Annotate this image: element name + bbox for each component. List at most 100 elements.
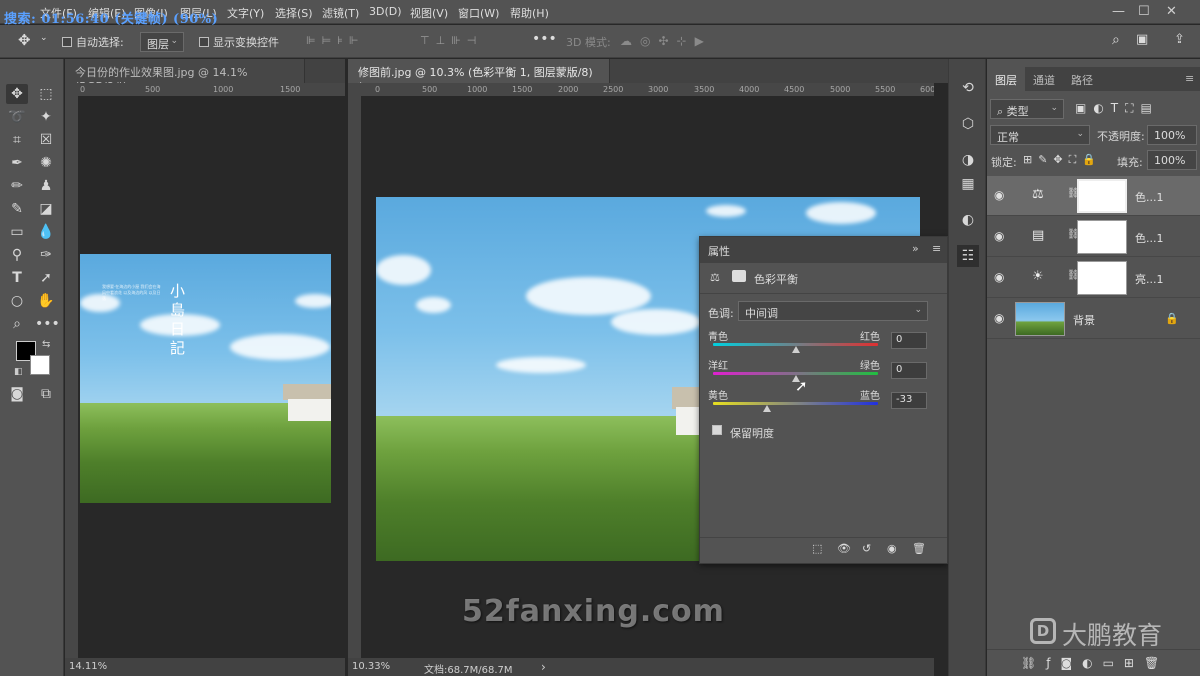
eraser-tool-icon[interactable]: ◪ — [35, 199, 57, 219]
show-transform-checkbox[interactable]: 显示变换控件 — [199, 34, 279, 50]
menu-view[interactable]: 视图(V) — [410, 5, 448, 21]
yellow-blue-slider-thumb[interactable] — [763, 405, 772, 412]
visibility-eye-icon[interactable]: ◉ — [994, 311, 1004, 325]
filter-icons[interactable]: ▣◐T⛶▤ — [1075, 101, 1159, 116]
ellipse-tool-icon[interactable]: ○ — [6, 291, 28, 311]
layer-mask-thumbnail[interactable] — [1077, 220, 1127, 254]
menu-help[interactable]: 帮助(H) — [510, 5, 549, 21]
layer-mask-thumbnail[interactable] — [1077, 261, 1127, 295]
blur-tool-icon[interactable]: 💧 — [35, 222, 57, 242]
adjustments-icon[interactable]: ◐ — [957, 209, 979, 231]
tab-paths[interactable]: 路径 — [1063, 67, 1101, 91]
path-select-tool-icon[interactable]: ➚ — [35, 268, 57, 288]
frame-tool-icon[interactable]: ☒ — [35, 130, 57, 150]
view-previous-icon[interactable]: 👁 — [837, 542, 851, 555]
layer-name[interactable]: 色...1 — [1135, 189, 1164, 205]
filter-type-dropdown[interactable]: ⌕ 类型 ⌄ — [990, 99, 1064, 119]
delete-icon[interactable]: 🗑 — [912, 542, 926, 555]
panel-menu-icon[interactable]: ≡ — [932, 242, 941, 255]
layer-name[interactable]: 背景 — [1073, 312, 1095, 328]
menu-3d[interactable]: 3D(D) — [369, 5, 402, 18]
cyan-red-value[interactable]: 0 — [891, 332, 927, 349]
status-menu-arrow[interactable]: › — [541, 660, 546, 674]
lock-icon[interactable]: 🔒 — [1165, 312, 1179, 325]
hand-tool-icon[interactable]: ✋ — [35, 291, 57, 311]
auto-select-checkbox[interactable]: 自动选择: — [62, 34, 124, 50]
3d-icon[interactable]: ⬡ — [957, 113, 979, 135]
brush-tool-icon[interactable]: ✏ — [6, 176, 28, 196]
color-icon[interactable]: ◑ — [957, 149, 979, 171]
lasso-tool-icon[interactable]: ➰ — [6, 107, 28, 127]
close-button[interactable]: ✕ — [1166, 4, 1177, 19]
panel-menu-icon[interactable]: ≡ — [1185, 72, 1194, 85]
yellow-blue-slider[interactable] — [713, 402, 878, 405]
layer-mask-thumbnail[interactable] — [1077, 179, 1127, 213]
crop-tool-icon[interactable]: ⌗ — [6, 130, 28, 150]
yellow-blue-value[interactable]: -33 — [891, 392, 927, 409]
blend-mode-dropdown[interactable]: 正常 ⌄ — [990, 125, 1090, 145]
screen-mode-icon[interactable]: ⧉ — [35, 384, 57, 404]
layer-name[interactable]: 亮...1 — [1135, 271, 1164, 287]
quick-mask-icon[interactable]: ◙ — [6, 384, 28, 404]
menu-window[interactable]: 窗口(W) — [458, 5, 499, 21]
move-tool-icon[interactable]: ✥ — [18, 31, 31, 49]
workspace-icon[interactable]: ▣ — [1136, 32, 1148, 47]
background-color-swatch[interactable] — [30, 355, 50, 375]
reset-icon[interactable]: ↺ — [862, 542, 871, 555]
dodge-tool-icon[interactable]: ⚲ — [6, 245, 28, 265]
menu-filter[interactable]: 滤镜(T) — [322, 5, 359, 21]
history-icon[interactable]: ⟲ — [957, 77, 979, 99]
visibility-icon[interactable]: ◉ — [887, 542, 897, 555]
maximize-button[interactable]: ☐ — [1138, 4, 1150, 19]
more-tools-icon[interactable]: ••• — [35, 314, 60, 334]
visibility-eye-icon[interactable]: ◉ — [994, 270, 1004, 284]
share-icon[interactable]: ⇪ — [1174, 32, 1185, 47]
properties-icon[interactable]: ☷ — [957, 245, 979, 267]
fill-field[interactable]: 100% — [1147, 150, 1197, 170]
auto-select-dropdown[interactable]: 图层 ⌄ — [140, 32, 184, 52]
history-brush-icon[interactable]: ✎ — [6, 199, 28, 219]
default-colors-icon[interactable]: ◧ — [14, 367, 23, 377]
layer-row[interactable]: ◉ 背景 🔒 — [987, 299, 1200, 339]
layer-row[interactable]: ◉ ☀ ⛓ 亮...1 — [987, 258, 1200, 298]
visibility-eye-icon[interactable]: ◉ — [994, 188, 1004, 202]
pen-tool-icon[interactable]: ✑ — [35, 245, 57, 265]
swap-colors-icon[interactable]: ⇆ — [42, 339, 50, 350]
menu-type[interactable]: 文字(Y) — [227, 5, 264, 21]
move-tool-icon[interactable]: ✥ — [6, 84, 28, 104]
layer-thumbnail[interactable] — [1015, 302, 1065, 336]
tab-layers[interactable]: 图层 — [987, 67, 1025, 91]
chevron-down-icon[interactable]: ⌄ — [40, 33, 48, 43]
layer-footer-icons[interactable]: ⛓ƒ◙◐▭⊞🗑 — [1021, 656, 1169, 670]
eyedropper-tool-icon[interactable]: ✒ — [6, 153, 28, 173]
healing-tool-icon[interactable]: ✺ — [35, 153, 57, 173]
search-icon[interactable]: ⌕ — [1112, 32, 1120, 48]
left-document-image[interactable]: 小島日記 我想要·在海边的小屋 我们会在海风中看浪花 以及海边的风 以及日落 — [80, 254, 331, 503]
marquee-tool-icon[interactable]: ⬚ — [35, 84, 57, 104]
tone-dropdown[interactable]: 中间调 ⌄ — [738, 301, 928, 321]
distribute-icons[interactable]: ⊤⊥⊪⊣ — [420, 34, 482, 47]
collapse-icon[interactable]: » — [912, 242, 919, 255]
swatches-icon[interactable]: ▦ — [957, 173, 979, 195]
visibility-eye-icon[interactable]: ◉ — [994, 229, 1004, 243]
gradient-tool-icon[interactable]: ▭ — [6, 222, 28, 242]
cyan-red-slider-thumb[interactable] — [791, 346, 800, 353]
menu-select[interactable]: 选择(S) — [275, 5, 313, 21]
magic-wand-tool-icon[interactable]: ✦ — [35, 107, 57, 127]
tab-right-document[interactable]: 修图前.jpg @ 10.3% (色彩平衡 1, 图层蒙版/8) *× — [348, 59, 610, 93]
align-icons[interactable]: ⊫⊨⊧⊩ — [306, 34, 364, 47]
minimize-button[interactable]: — — [1112, 4, 1125, 19]
lock-icons[interactable]: ⊞✎✥⛶🔒 — [1023, 153, 1102, 167]
stamp-tool-icon[interactable]: ♟ — [35, 176, 57, 196]
preserve-luminosity-checkbox[interactable] — [712, 424, 726, 437]
opacity-field[interactable]: 100% — [1147, 125, 1197, 145]
mask-icon[interactable] — [732, 270, 746, 282]
magenta-green-value[interactable]: 0 — [891, 362, 927, 379]
clip-to-layer-icon[interactable]: ⬚ — [812, 542, 822, 555]
layer-name[interactable]: 色...1 — [1135, 230, 1164, 246]
layer-row[interactable]: ◉ ⚖ ⛓ 色...1 — [987, 176, 1200, 216]
tab-channels[interactable]: 通道 — [1025, 67, 1063, 91]
type-tool-icon[interactable]: T — [6, 268, 28, 288]
more-icon[interactable]: ••• — [532, 31, 557, 47]
layer-row[interactable]: ◉ ▤ ⛓ 色...1 — [987, 217, 1200, 257]
